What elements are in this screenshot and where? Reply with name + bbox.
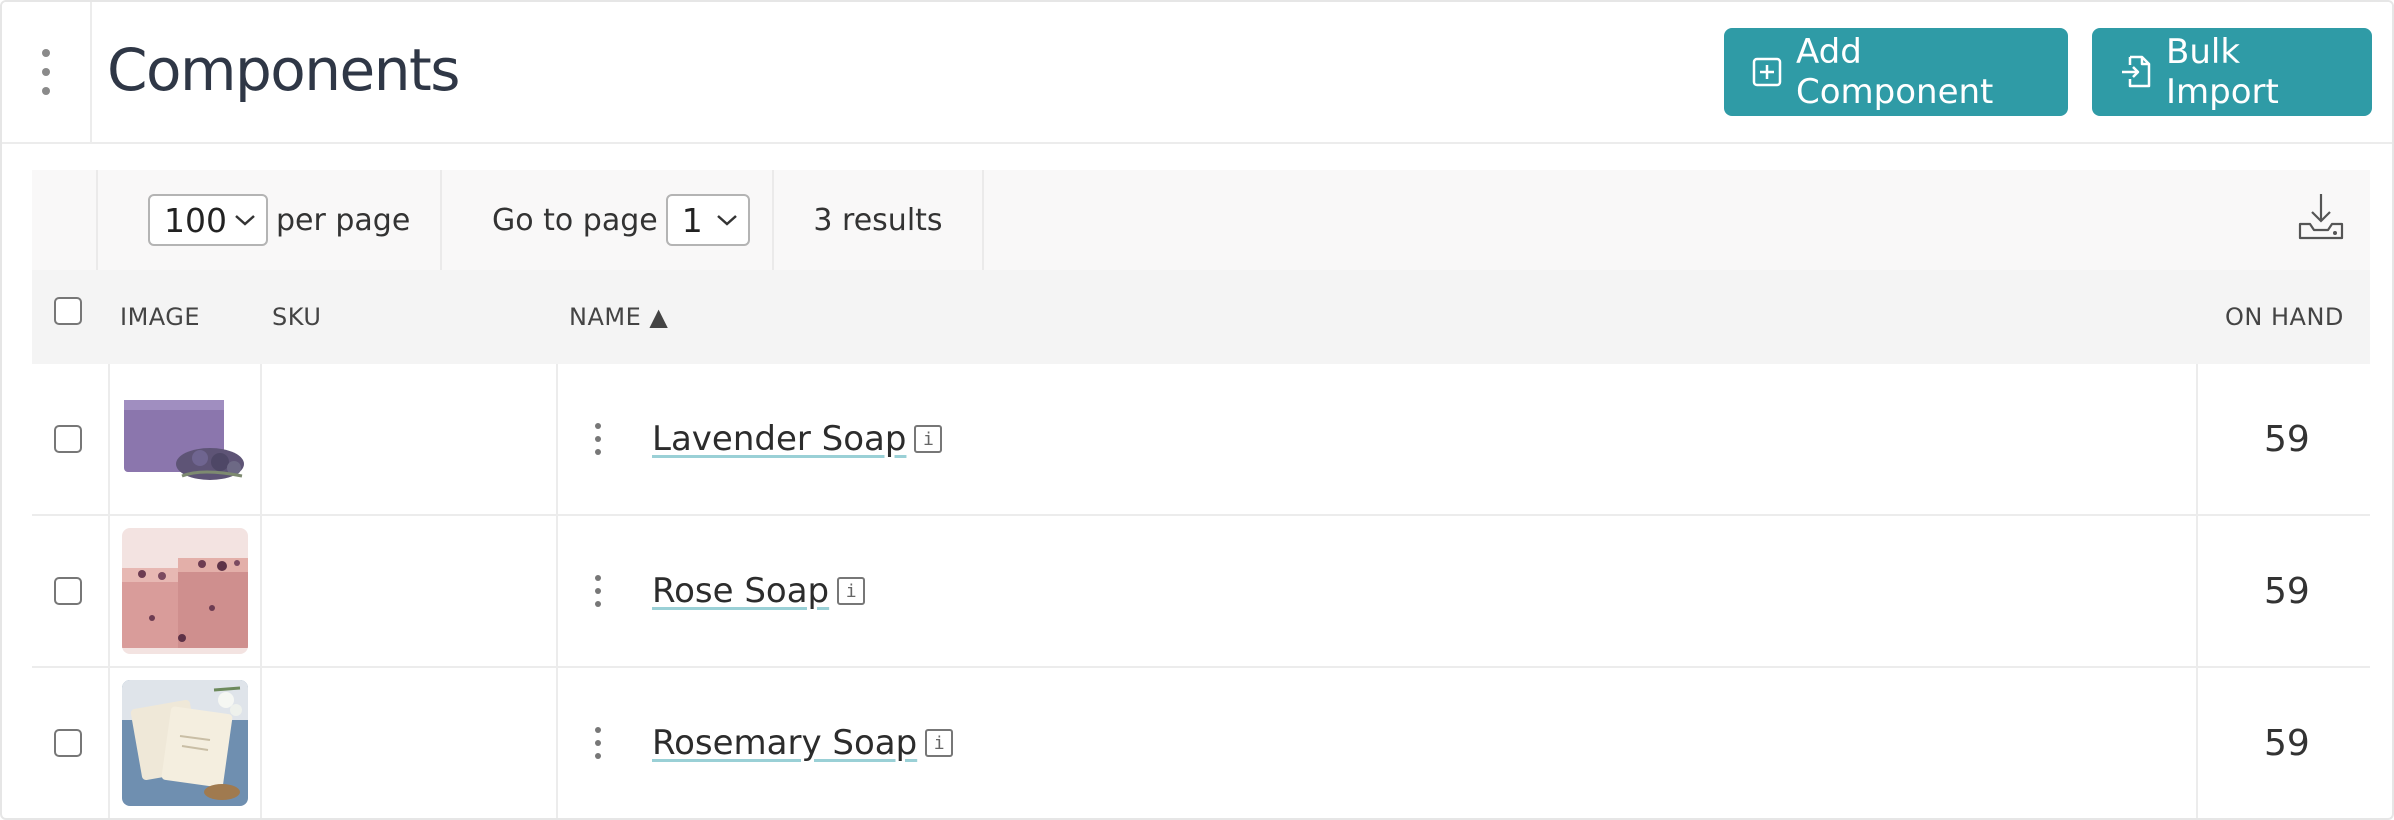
page-header: Components Add Component Bulk Import (2, 2, 2392, 144)
results-count: 3 results (774, 170, 984, 270)
column-header-on-hand[interactable]: ON HAND (2225, 270, 2344, 364)
row-name-cell: Rose Soap i (588, 516, 866, 666)
pagination-toolbar: 100 per page Go to page 1 3 results (32, 170, 2370, 270)
toolbar-spacer (32, 170, 98, 270)
on-hand-value: 59 (2264, 418, 2310, 460)
table-header: IMAGE SKU NAME ▲ ON HAND (32, 270, 2370, 364)
row-select-cell (54, 364, 82, 514)
per-page-select[interactable]: 100 (148, 194, 268, 246)
row-select-cell (54, 668, 82, 818)
file-import-icon (2122, 55, 2151, 88)
table-row: Lavender Soap i 59 (32, 364, 2370, 516)
info-icon[interactable]: i (837, 577, 866, 605)
rosemary-soap-image[interactable] (122, 680, 248, 806)
chevron-down-icon (235, 215, 255, 226)
column-header-sku[interactable]: SKU (272, 270, 321, 364)
row-menu-kebab-icon[interactable] (588, 727, 608, 759)
table-row: Rosemary Soap i 59 (32, 668, 2370, 818)
bulk-import-label: Bulk Import (2166, 32, 2279, 112)
row-on-hand: 59 (2264, 364, 2310, 514)
lavender-soap-image[interactable] (122, 376, 248, 502)
bulk-import-button[interactable]: Bulk Import (2092, 28, 2372, 116)
column-header-name[interactable]: NAME ▲ (569, 270, 668, 364)
row-image-cell (122, 364, 248, 514)
page-title: Components (107, 36, 460, 104)
row-checkbox[interactable] (54, 577, 82, 605)
per-page-value: 100 (164, 200, 227, 240)
info-icon[interactable]: i (914, 425, 943, 453)
row-image-cell (122, 516, 248, 666)
row-menu-kebab-icon[interactable] (588, 575, 608, 607)
row-on-hand: 59 (2264, 516, 2310, 666)
row-menu-kebab-icon[interactable] (588, 423, 608, 455)
page-select[interactable]: 1 (665, 194, 750, 246)
page-value: 1 (681, 200, 703, 240)
components-page: Components Add Component Bulk Import 100… (0, 0, 2394, 820)
row-checkbox[interactable] (54, 425, 82, 453)
select-all-checkbox[interactable] (54, 297, 82, 325)
on-hand-value: 59 (2264, 722, 2310, 764)
row-image-cell (122, 668, 248, 818)
per-page-control: 100 per page (98, 170, 442, 270)
chevron-down-icon (716, 215, 737, 226)
rose-soap-image[interactable] (122, 528, 248, 654)
on-hand-value: 59 (2264, 570, 2310, 612)
row-on-hand: 59 (2264, 668, 2310, 818)
add-component-button[interactable]: Add Component (1724, 28, 2068, 116)
row-select-cell (54, 516, 82, 666)
row-checkbox[interactable] (54, 729, 82, 757)
column-header-image: IMAGE (120, 303, 201, 331)
download-tray-icon[interactable] (2298, 192, 2344, 246)
toolbar-fill (984, 170, 2370, 270)
page-menu-kebab-icon[interactable] (2, 2, 92, 142)
goto-page-label: Go to page (492, 202, 658, 238)
row-name-cell: Lavender Soap i (588, 364, 943, 514)
select-all-cell (54, 270, 82, 364)
component-name-link[interactable]: Lavender Soap (652, 419, 906, 459)
per-page-label: per page (276, 202, 411, 238)
plus-square-icon (1752, 57, 1782, 87)
info-icon[interactable]: i (925, 729, 954, 757)
row-name-cell: Rosemary Soap i (588, 668, 954, 818)
table-row: Rose Soap i 59 (32, 516, 2370, 668)
component-name-link[interactable]: Rose Soap (652, 571, 829, 611)
add-component-label: Add Component (1796, 32, 1994, 112)
goto-page-control: Go to page 1 (442, 170, 774, 270)
component-name-link[interactable]: Rosemary Soap (652, 723, 917, 763)
